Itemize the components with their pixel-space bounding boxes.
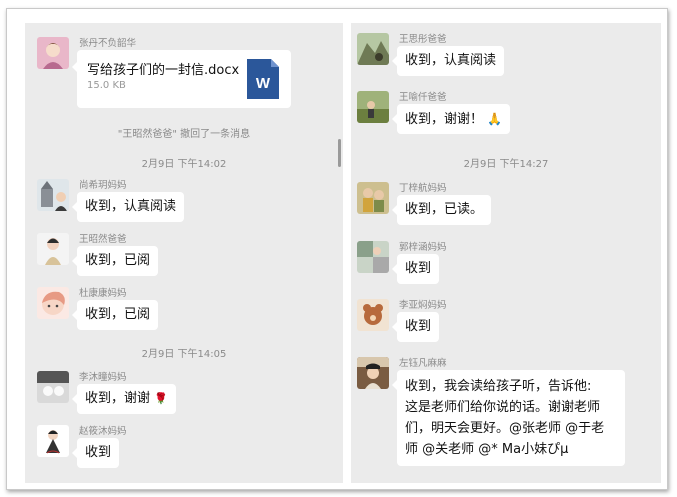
message-bubble[interactable]: 收到: [391, 254, 440, 284]
avatar[interactable]: [37, 179, 69, 211]
chat-panel-left[interactable]: 张丹不负韶华 写给孩子们的一封信.docx 15.0 KB W "王昭然爸爸" …: [25, 23, 343, 483]
avatar[interactable]: [37, 371, 69, 403]
message-line: 师 @关老师 @* Ma小妹ぴµ: [405, 442, 569, 457]
timestamp: 2月9日 下午14:02: [141, 159, 227, 170]
sender-name: 郭梓涵妈妈: [399, 242, 447, 253]
screenshot-frame: 张丹不负韶华 写给孩子们的一封信.docx 15.0 KB W "王昭然爸爸" …: [6, 8, 668, 490]
sender-name: 丁梓航妈妈: [399, 183, 447, 194]
avatar[interactable]: [357, 33, 389, 65]
avatar[interactable]: [37, 425, 69, 457]
word-doc-icon: W: [247, 59, 279, 99]
message-bubble[interactable]: 收到: [71, 438, 120, 468]
message-text: 收到，谢谢: [85, 391, 151, 406]
file-name: 写给孩子们的一封信.docx: [87, 63, 240, 78]
sender-name: 赵筱沐妈妈: [79, 426, 127, 437]
word-doc-letter: W: [256, 75, 271, 92]
rose-emoji-icon: 🌹: [154, 392, 168, 405]
sender-name: 王昭然爸爸: [79, 234, 127, 245]
file-size: 15.0 KB: [87, 80, 126, 91]
file-attachment[interactable]: 写给孩子们的一封信.docx 15.0 KB W: [72, 50, 291, 108]
message-text: 收到，谢谢！: [405, 112, 484, 127]
sender-name: 张丹不负韶华: [79, 38, 137, 49]
chat-panel-right[interactable]: 王思彤爸爸 收到，认真阅读 王喻仟爸爸 收到，谢谢！ 🙏 2月9日 下午14:2…: [351, 23, 661, 483]
message-line: 这是老师们给你说的话。谢谢老师: [405, 400, 601, 415]
avatar[interactable]: [357, 299, 389, 331]
message-bubble[interactable]: 收到，认真阅读: [71, 192, 185, 222]
timestamp: 2月9日 下午14:05: [141, 349, 227, 360]
avatar[interactable]: [37, 233, 69, 265]
avatar[interactable]: [37, 37, 69, 69]
sender-name: 李亚焖妈妈: [399, 300, 447, 311]
avatar[interactable]: [357, 182, 389, 214]
praying-hands-emoji-icon: 🙏: [487, 112, 503, 126]
message-bubble[interactable]: 收到，谢谢！ 🙏: [391, 104, 511, 134]
avatar[interactable]: [357, 241, 389, 273]
timestamp: 2月9日 下午14:27: [463, 159, 549, 170]
avatar[interactable]: [357, 91, 389, 123]
message-bubble[interactable]: 收到，已阅: [71, 246, 159, 276]
avatar[interactable]: [37, 287, 69, 319]
message-bubble[interactable]: 收到，谢谢 🌹: [72, 384, 176, 414]
message-bubble[interactable]: 收到，已阅: [71, 300, 159, 330]
avatar[interactable]: [357, 357, 389, 389]
sender-name: 李沐曈妈妈: [79, 372, 127, 383]
sender-name: 王喻仟爸爸: [399, 92, 447, 103]
sender-name: 王思彤爸爸: [399, 34, 447, 45]
message-line: 们，明天会更好。@张老师 @于老: [405, 421, 605, 436]
sender-name: 尚希玥妈妈: [79, 180, 127, 191]
message-bubble[interactable]: 收到，认真阅读: [391, 46, 505, 76]
message-bubble[interactable]: 收到: [391, 312, 440, 342]
sender-name: 杜康康妈妈: [79, 288, 127, 299]
message-line: 收到，我会读给孩子听，告诉他:: [405, 379, 592, 394]
message-bubble[interactable]: 收到，已读。: [391, 195, 492, 225]
recall-notice: "王昭然爸爸" 撤回了一条消息: [117, 129, 251, 140]
sender-name: 左钰凡麻麻: [399, 358, 447, 369]
message-bubble[interactable]: 收到，我会读给孩子听，告诉他: 这是老师们给你说的话。谢谢老师 们，明天会更好。…: [392, 370, 625, 466]
